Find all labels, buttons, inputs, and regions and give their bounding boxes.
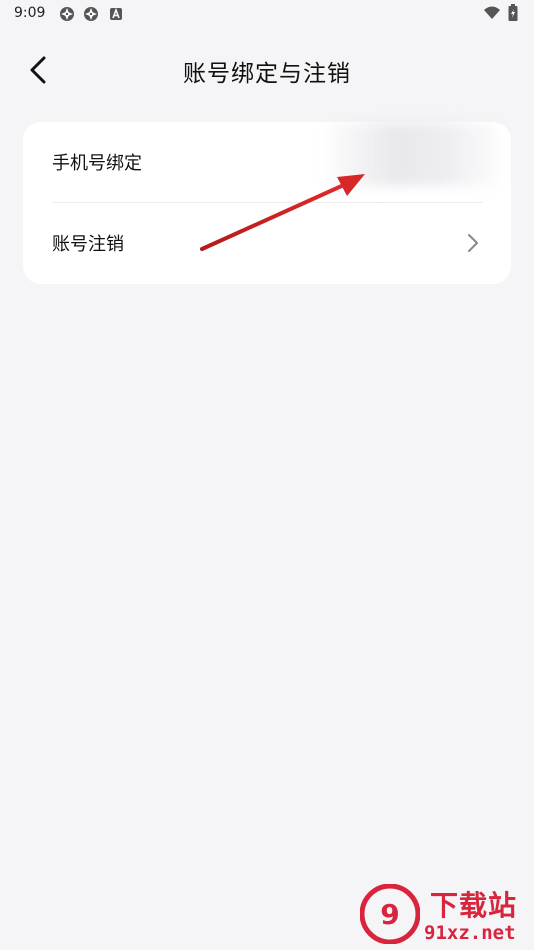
- watermark-logo-icon: 9: [360, 884, 420, 944]
- blurred-phone-value: [328, 122, 498, 186]
- a-notification-icon: [108, 6, 124, 22]
- page-title: 账号绑定与注销: [183, 61, 351, 87]
- aperture-icon: [59, 6, 75, 22]
- status-time: 9:09: [14, 5, 46, 21]
- wifi-icon: [483, 5, 500, 21]
- settings-card: 手机号绑定 账号注销: [23, 122, 511, 284]
- watermark-title: 下载站: [430, 889, 518, 922]
- account-deletion-row[interactable]: 账号注销: [23, 203, 511, 283]
- account-deletion-label: 账号注销: [52, 234, 124, 255]
- status-bar: 9:09: [0, 0, 534, 28]
- phone-binding-label: 手机号绑定: [52, 153, 142, 174]
- aperture-icon: [83, 6, 99, 22]
- watermark: 9 下载站 91xz.net: [360, 882, 530, 946]
- svg-text:9: 9: [380, 898, 399, 931]
- header: 账号绑定与注销: [0, 40, 534, 100]
- battery-icon: [508, 4, 518, 22]
- watermark-domain: 91xz.net: [424, 922, 516, 944]
- chevron-right-icon: [463, 231, 483, 255]
- phone-binding-row[interactable]: 手机号绑定: [23, 122, 511, 202]
